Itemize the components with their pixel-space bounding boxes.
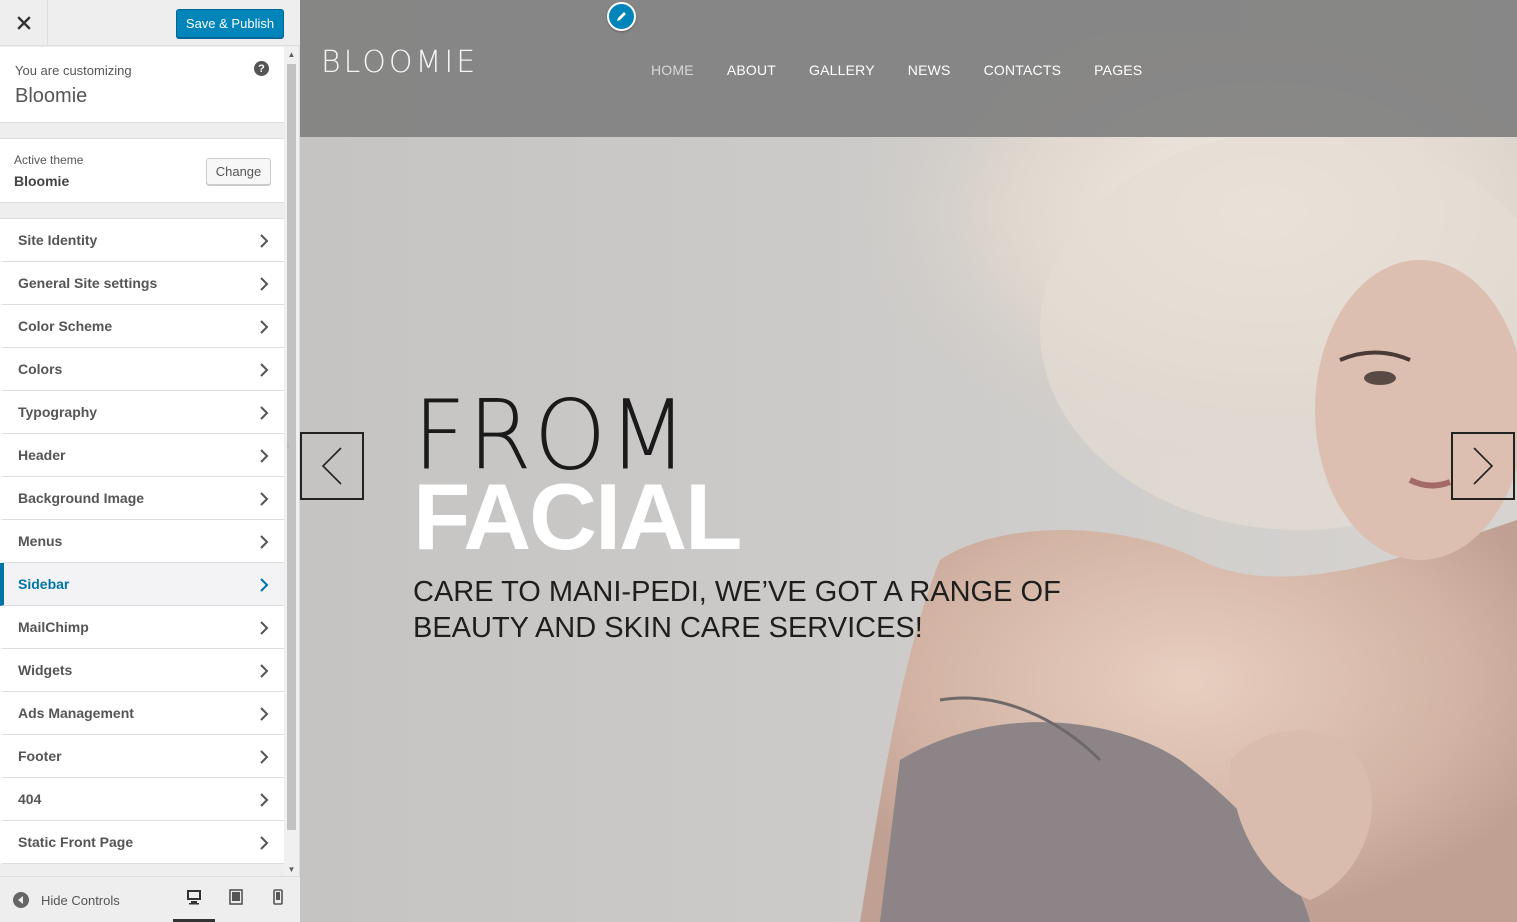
chevron-right-icon [260,578,269,592]
nav-news[interactable]: NEWS [908,62,951,78]
section-label: Footer [18,748,62,764]
pencil-icon [617,12,626,21]
close-customizer-button[interactable] [0,0,48,46]
hide-controls-button[interactable]: Hide Controls [13,890,120,910]
preview-desktop-button[interactable] [173,889,215,922]
section-color-scheme[interactable]: Color Scheme [0,305,284,348]
slide-subtitle: CARE TO MANI-PEDI, WE’VE GOT A RANGE OF … [413,574,1113,646]
section-label: Background Image [18,490,145,506]
slide-subtitle-line-1: CARE TO MANI-PEDI, WE’VE GOT A RANGE OF [413,576,1061,608]
customizing-label: You are customizing [15,63,132,78]
customizer-panel: Save & Publish You are customizing Bloom… [0,0,300,922]
section-static-front-page[interactable]: Static Front Page [0,821,284,864]
resize-grip-icon[interactable]: ⦙ [287,440,293,450]
desktop-icon [187,890,201,905]
collapse-arrow-icon [13,892,29,908]
section-general-site-settings[interactable]: General Site settings [0,262,284,305]
section-label: Menus [18,533,63,549]
preview-mobile-button[interactable] [257,889,299,922]
section-background-image[interactable]: Background Image [0,477,284,520]
edit-shortcut-button[interactable] [607,2,636,31]
section-label: Sidebar [18,576,70,592]
nav-pages[interactable]: PAGES [1094,62,1142,78]
section-label: 404 [18,791,42,807]
chevron-right-icon [260,836,269,850]
section-label: Colors [18,361,63,377]
nav-about[interactable]: ABOUT [727,62,776,78]
section-list: Site Identity General Site settings Color … [0,218,284,864]
chevron-right-icon [260,320,269,334]
tablet-icon [229,889,243,905]
chevron-right-icon [1473,447,1494,485]
section-label: Typography [18,404,98,420]
chevron-right-icon [260,535,269,549]
chevron-right-icon [260,707,269,721]
customizer-footer: Hide Controls [0,876,300,922]
section-footer[interactable]: Footer [0,735,284,778]
slider-next-button[interactable] [1451,432,1515,500]
customize-info: You are customizing Bloomie ? [0,47,284,123]
active-theme-name: Bloomie [14,173,70,189]
chevron-right-icon [260,234,269,248]
section-label: Widgets [18,662,73,678]
section-mailchimp[interactable]: MailChimp [0,606,284,649]
site-preview: BLOOMIE HOME ABOUT GALLERY NEWS CONTACTS PAGE… [300,0,1517,922]
chevron-right-icon [260,492,269,506]
section-label: Site Identity [18,232,98,248]
section-ads-management[interactable]: Ads Management [0,692,284,735]
section-menus[interactable]: Menus [0,520,284,563]
slide-subtitle-line-2: BEAUTY AND SKIN CARE SERVICES! [413,612,923,644]
slide-headline-bold: FACIAL [413,464,742,569]
hide-controls-label: Hide Controls [41,892,120,908]
chevron-right-icon [260,406,269,420]
main-navigation: HOME ABOUT GALLERY NEWS CONTACTS PAGES [651,62,1175,78]
close-icon [16,16,31,30]
preview-tablet-button[interactable] [215,889,257,922]
chevron-right-icon [260,793,269,807]
chevron-left-icon [321,447,342,485]
slider-prev-button[interactable] [300,432,364,500]
nav-contacts[interactable]: CONTACTS [984,62,1062,78]
section-label: MailChimp [18,619,89,635]
section-widgets[interactable]: Widgets [0,649,284,692]
chevron-right-icon [260,449,269,463]
section-site-identity[interactable]: Site Identity [0,219,284,262]
customizer-header: Save & Publish [0,0,300,46]
section-header[interactable]: Header [0,434,284,477]
section-label: Ads Management [18,705,134,721]
nav-home[interactable]: HOME [651,62,694,78]
section-typography[interactable]: Typography [0,391,284,434]
mobile-icon [273,889,283,905]
section-sidebar[interactable]: Sidebar [0,563,284,606]
help-icon[interactable]: ? [254,61,269,76]
customizer-controls: You are customizing Bloomie ? Active the… [0,47,284,876]
section-label: General Site settings [18,275,158,291]
section-label: Color Scheme [18,318,113,334]
chevron-right-icon [260,277,269,291]
active-theme-box: Active theme Bloomie Change [0,138,284,203]
active-theme-label: Active theme [14,153,84,167]
change-theme-button[interactable]: Change [206,158,271,185]
site-header: BLOOMIE HOME ABOUT GALLERY NEWS CONTACTS PAGE… [300,0,1517,137]
chevron-right-icon [260,750,269,764]
save-publish-button[interactable]: Save & Publish [176,9,284,38]
chevron-right-icon [260,363,269,377]
panel-scrollbar[interactable]: ▲ ▼ [284,47,299,876]
section-colors[interactable]: Colors [0,348,284,391]
chevron-right-icon [260,664,269,678]
section-label: Static Front Page [18,834,134,850]
scroll-down-arrow-icon[interactable]: ▼ [284,862,299,876]
nav-gallery[interactable]: GALLERY [809,62,875,78]
customizing-site-name: Bloomie [15,85,88,107]
scroll-up-arrow-icon[interactable]: ▲ [284,47,299,61]
site-logo[interactable]: BLOOMIE [321,45,478,80]
chevron-right-icon [260,621,269,635]
section-label: Header [18,447,66,463]
section-404[interactable]: 404 [0,778,284,821]
